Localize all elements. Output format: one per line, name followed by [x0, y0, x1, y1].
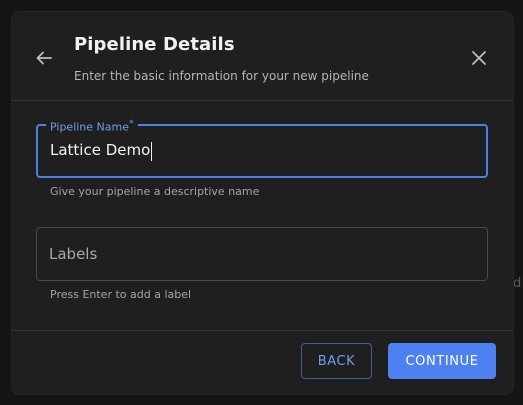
back-button[interactable]: BACK: [301, 343, 372, 379]
labels-helper: Press Enter to add a label: [50, 288, 192, 301]
dialog-subtitle: Enter the basic information for your new…: [74, 69, 369, 83]
arrow-left-icon[interactable]: [34, 48, 54, 68]
labels-field[interactable]: [36, 227, 488, 281]
continue-button[interactable]: CONTINUE: [388, 343, 496, 379]
close-icon[interactable]: [469, 48, 489, 68]
pipeline-name-label-text: Pipeline Name: [50, 120, 129, 134]
dialog-title: Pipeline Details: [74, 34, 235, 55]
labels-input[interactable]: [49, 241, 469, 267]
pipeline-details-dialog: Pipeline Details Enter the basic informa…: [12, 12, 513, 394]
required-marker: *: [129, 119, 134, 129]
dialog-header: Pipeline Details Enter the basic informa…: [12, 12, 513, 101]
pipeline-name-input[interactable]: Lattice Demo: [50, 141, 150, 159]
pipeline-name-label: Pipeline Name*: [46, 117, 138, 135]
background-text-fragment: d: [513, 276, 522, 291]
pipeline-name-field[interactable]: Pipeline Name* Lattice Demo: [36, 117, 488, 178]
pipeline-name-helper: Give your pipeline a descriptive name: [50, 185, 260, 198]
dialog-footer: BACK CONTINUE: [12, 330, 513, 394]
text-cursor: [151, 142, 152, 161]
